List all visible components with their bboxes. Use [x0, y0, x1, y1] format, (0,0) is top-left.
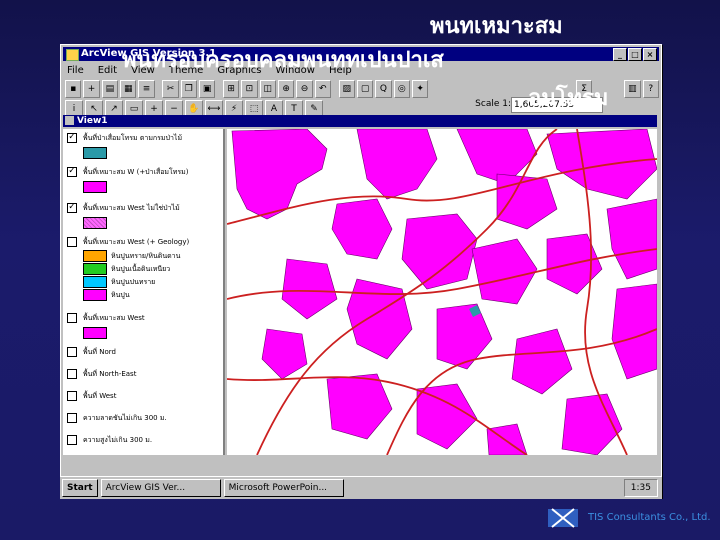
zoom-active-icon[interactable]: ⊡: [241, 80, 258, 98]
map-polygon: [261, 328, 308, 380]
scale-label: Scale 1:: [475, 99, 511, 109]
query-icon[interactable]: Q: [375, 80, 392, 98]
company-logo-icon: [548, 508, 578, 528]
clock: 1:35: [630, 483, 651, 493]
theme-item[interactable]: ความสูงไม่เกิน 300 ม.: [67, 435, 152, 446]
theme-checkbox[interactable]: [67, 413, 77, 423]
system-tray: 1:35: [623, 479, 658, 497]
legend-entry: หินปูนทราย/หินดินดาน: [83, 250, 180, 262]
help-icon[interactable]: ?: [642, 80, 659, 98]
copy-icon[interactable]: ❐: [180, 80, 197, 98]
taskbar-item-arcview[interactable]: ArcView GIS Ver...: [100, 479, 221, 497]
cut-icon[interactable]: ✂: [162, 80, 179, 98]
theme-swatch: [83, 147, 107, 159]
theme-checkbox[interactable]: [67, 369, 77, 379]
start-button[interactable]: Start: [62, 479, 98, 497]
paste-icon[interactable]: ▣: [199, 80, 216, 98]
theme-checkbox[interactable]: ✓: [67, 203, 77, 213]
map-polygon: [326, 373, 393, 440]
zoom-out-fixed-icon[interactable]: ⊖: [296, 80, 313, 98]
taskbar: Start ArcView GIS Ver... Microsoft Power…: [60, 476, 662, 499]
menu-file[interactable]: File: [67, 63, 84, 79]
save-icon[interactable]: ▪: [65, 80, 82, 98]
zoom-selected-icon[interactable]: ◫: [259, 80, 276, 98]
slide-title-line2: พนทรอบครอบคลมพนททเปนปาเส: [122, 47, 444, 73]
select-features-icon[interactable]: ▨: [338, 80, 355, 98]
theme-item[interactable]: พื้นที่เหมาะสม West (+ Geology): [67, 237, 189, 248]
slide-title-line3: อมโทรม: [528, 85, 609, 111]
minimize-button[interactable]: _: [613, 48, 627, 61]
hotlink-icon[interactable]: ✦: [411, 80, 429, 98]
view-window: View1 ✓ พื้นที่ป่าเสื่อมโทรม ตามกรมป่าไม้…: [63, 115, 657, 455]
legend-entry: หินปูนปนทราย: [83, 276, 155, 288]
locate-icon[interactable]: ◎: [393, 80, 410, 98]
map-polygon: [281, 258, 338, 320]
table-of-contents: ✓ พื้นที่ป่าเสื่อมโทรม ตามกรมป่าไม้ ✓ พื้น…: [63, 129, 225, 455]
theme-item[interactable]: ความลาดชันไม่เกิน 300 ม.: [67, 413, 167, 424]
theme-item[interactable]: พื้นที่ West: [67, 391, 116, 402]
map-polygon: [496, 173, 558, 230]
menu-edit[interactable]: Edit: [98, 63, 117, 79]
map-polygon: [356, 129, 438, 200]
view-title: View1: [77, 116, 108, 126]
theme-item[interactable]: พื้นที่ North-East: [67, 369, 136, 380]
map-polygon: [606, 198, 657, 280]
map-polygon: [331, 198, 393, 260]
theme-item[interactable]: ✓ พื้นที่ป่าเสื่อมโทรม ตามกรมป่าไม้: [67, 133, 182, 144]
close-button[interactable]: ×: [643, 48, 657, 61]
theme-checkbox[interactable]: ✓: [67, 167, 77, 177]
map-polygon: [401, 213, 478, 290]
add-theme-icon[interactable]: +: [83, 80, 100, 98]
theme-checkbox[interactable]: [67, 435, 77, 445]
legend-entry: หินปูน: [83, 289, 130, 301]
theme-swatch: [83, 217, 107, 229]
table-icon[interactable]: ▦: [120, 80, 137, 98]
taskbar-item-powerpoint[interactable]: Microsoft PowerPoin...: [223, 479, 344, 497]
view-titlebar[interactable]: View1: [63, 115, 657, 127]
theme-item[interactable]: ✓ พื้นที่เหมาะสม West ไม่ใช่ป่าไม้: [67, 203, 180, 214]
map-polygon: [546, 129, 657, 200]
theme-item[interactable]: พื้นที่ Nord: [67, 347, 116, 358]
company-name: TIS Consultants Co., Ltd.: [588, 512, 711, 523]
view-icon: [65, 116, 74, 125]
map-canvas: [227, 129, 657, 455]
theme-swatch: [83, 327, 107, 339]
map-polygon: [436, 303, 493, 370]
theme-checkbox[interactable]: [67, 347, 77, 357]
theme-checkbox[interactable]: [67, 313, 77, 323]
map-polygon: [511, 328, 573, 395]
maximize-button[interactable]: □: [628, 48, 642, 61]
theme-checkbox[interactable]: [67, 237, 77, 247]
map-polygon: [471, 238, 538, 305]
theme-checkbox[interactable]: [67, 391, 77, 401]
zoom-full-icon[interactable]: ⊞: [222, 80, 240, 98]
slide-title-line1: พนทเหมาะสม: [430, 13, 563, 39]
map-display[interactable]: [227, 129, 657, 455]
zoom-previous-icon[interactable]: ↶: [314, 80, 331, 98]
map-polygon: [231, 129, 328, 220]
zoom-in-fixed-icon[interactable]: ⊕: [277, 80, 295, 98]
legend-icon[interactable]: ≡: [138, 80, 155, 98]
legend-entry: หินปูนเนื้อดินเหนียว: [83, 263, 170, 275]
theme-item[interactable]: ✓ พื้นที่เหมาะสม W (+ป่าเสื่อมโทรม): [67, 167, 189, 178]
map-polygon: [346, 278, 413, 360]
clear-selection-icon[interactable]: ▢: [356, 80, 374, 98]
theme-item[interactable]: พื้นที่เหมาะสม West: [67, 313, 145, 324]
chart-icon[interactable]: ▥: [624, 80, 641, 98]
arcview-icon: [66, 49, 79, 61]
theme-checkbox[interactable]: ✓: [67, 133, 77, 143]
properties-icon[interactable]: ▤: [101, 80, 119, 98]
theme-swatch: [83, 181, 107, 193]
